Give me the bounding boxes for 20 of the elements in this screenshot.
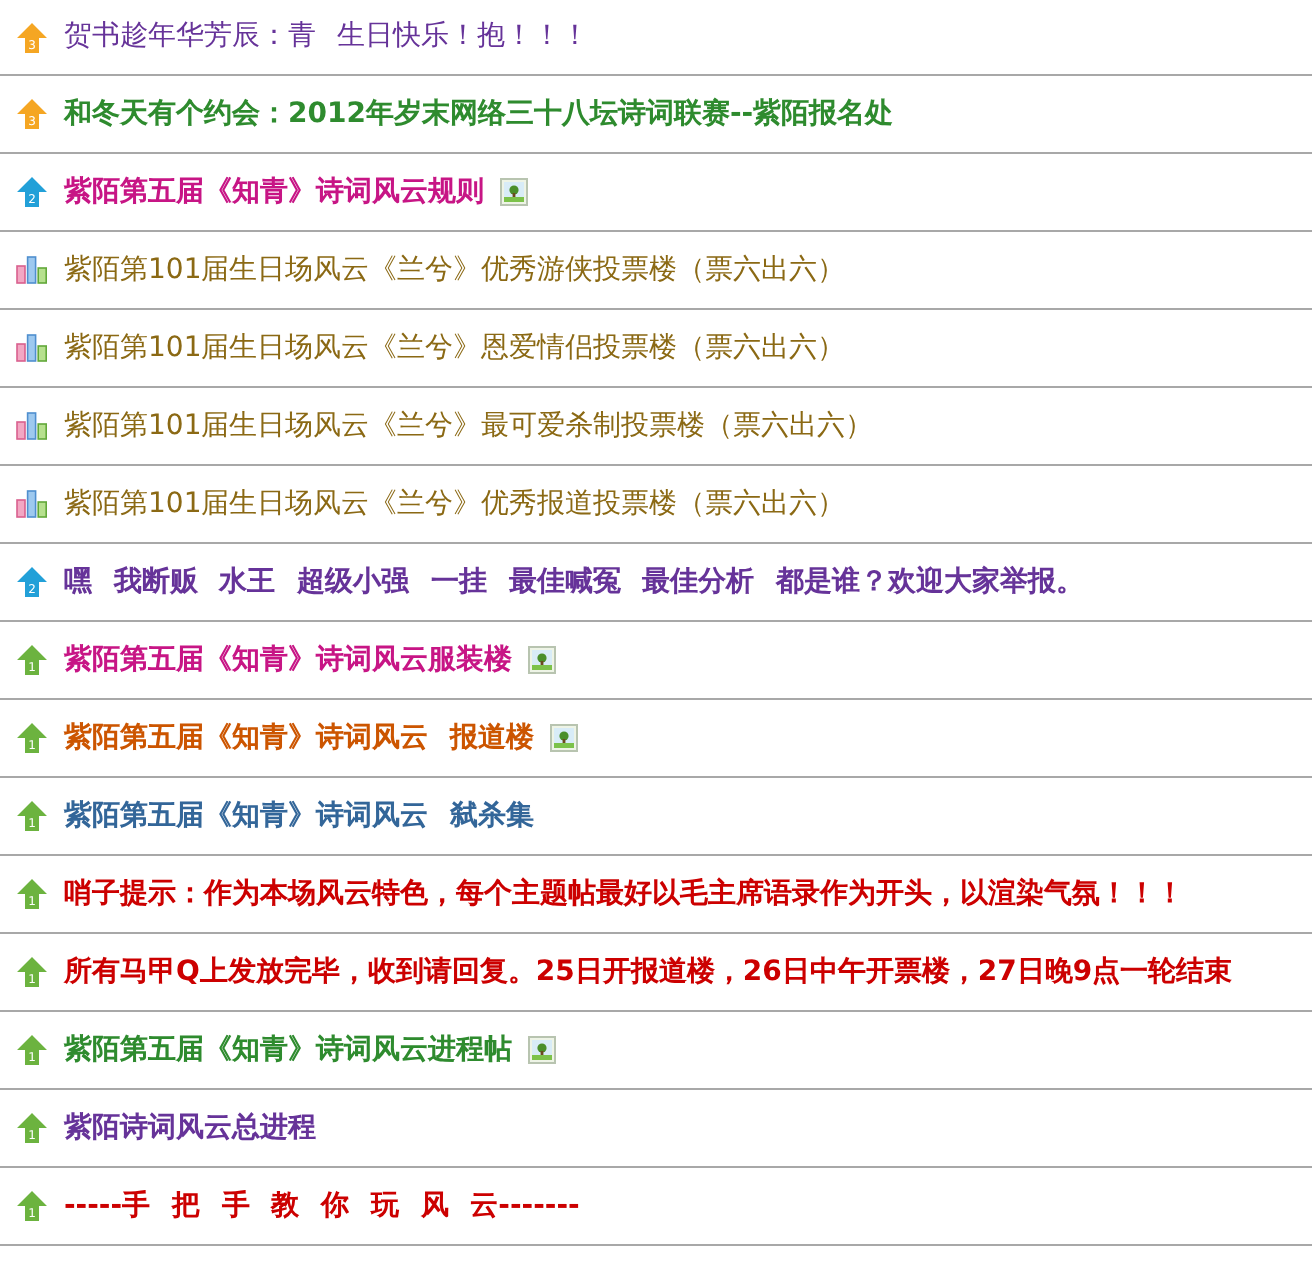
thread-title-link[interactable]: 贺书趁年华芳辰：青 生日快乐！抱！！！: [64, 16, 589, 58]
thread-title-link[interactable]: 紫陌第五届《知青》诗词风云服装楼: [64, 639, 512, 681]
thread-title-link[interactable]: 所有马甲Q上发放完毕，收到请回复。25日开报道楼，26日中午开票楼，27日晚9点一轮结束: [64, 951, 1233, 993]
thread-title-link[interactable]: 紫陌诗词风云总进程: [64, 1107, 316, 1149]
thread-title-link[interactable]: 紫陌第五届《知青》诗词风云 弑杀集: [64, 795, 534, 837]
thread-title-link[interactable]: 紫陌第五届《知青》诗词风云 报道楼: [64, 717, 534, 759]
thread-title-link[interactable]: 紫陌第101届生日场风云《兰兮》优秀报道投票楼（票六出六）: [64, 483, 846, 525]
bar-chart-icon: [16, 412, 48, 440]
thread-title-link[interactable]: 紫陌第五届《知青》诗词风云进程帖: [64, 1029, 512, 1071]
thread-title-link[interactable]: 哨子提示：作为本场风云特色，每个主题帖最好以毛主席语录作为开头，以渲染气氛！！！: [64, 873, 1184, 915]
thread-title-link[interactable]: 和冬天有个约会：2012年岁末网络三十八坛诗词联赛--紫陌报名处: [64, 93, 894, 135]
thread-title-link[interactable]: 紫陌第101届生日场风云《兰兮》最可爱杀制投票楼（票六出六）: [64, 405, 874, 447]
thread-title-link[interactable]: 紫陌第101届生日场风云《兰兮》优秀游侠投票楼（票六出六）: [64, 249, 846, 291]
thread-title-link[interactable]: -----手 把 手 教 你 玩 风 云-------: [64, 1185, 580, 1227]
thread-title-link[interactable]: 紫陌第五届《知青》诗词风云规则: [64, 171, 484, 213]
bar-chart-icon: [16, 490, 48, 518]
thread-title-link[interactable]: 紫陌第101届生日场风云《兰兮》恩爱情侣投票楼（票六出六）: [64, 327, 846, 369]
bar-chart-icon: [16, 256, 48, 284]
bar-chart-icon: [16, 334, 48, 362]
thread-title-link[interactable]: 嘿 我断贩 水王 超级小强 一挂 最佳喊冤 最佳分析 都是谁？欢迎大家举报。: [64, 561, 1085, 603]
